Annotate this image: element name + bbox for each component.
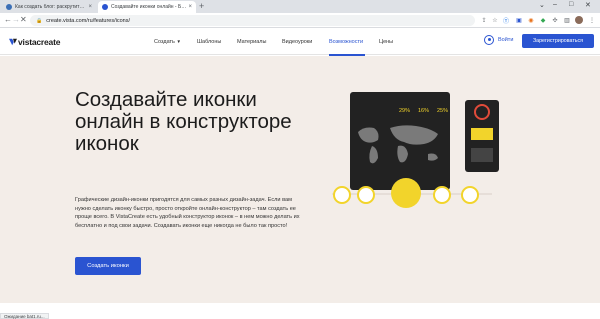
nav-pricing[interactable]: Цены [379,39,393,45]
login-button[interactable]: Войти [484,35,513,45]
forward-icon[interactable]: → [12,15,20,24]
city-icon [391,178,421,208]
back-icon[interactable]: ← [4,15,12,24]
share-icon[interactable]: ⇪ [480,16,488,24]
extension-icon[interactable]: ◆ [539,16,547,24]
tab-search-icon[interactable]: ⌄ [539,1,545,9]
logo-mark-icon [9,38,17,46]
nav-tutorials[interactable]: Видеоуроки [282,39,312,45]
status-bar: Ожидание bat1.ru... [0,313,49,319]
hero-illustration: 29% 16% 25% [332,92,499,208]
translate-icon[interactable]: Ⓣ [502,16,510,25]
page-title: Создавайте иконки онлайн в конструкторе … [75,88,292,155]
coffee-icon [333,186,351,204]
site-header: vistacreate Создать ▼ Шаблоны Материалы … [0,29,600,56]
browser-toolbar: ← → ✕ 🔒 create.vista.com/ru/features/ico… [0,13,600,28]
tab-title: Создавайте иконки онлайн - Бес... [111,4,187,10]
close-tab-icon[interactable]: × [88,4,92,10]
drink-icon [461,186,479,204]
wordpress-icon [6,4,12,10]
address-bar[interactable]: 🔒 create.vista.com/ru/features/icons/ [30,15,475,26]
factory-icon [433,186,451,204]
menu-kebab-icon[interactable]: ⋮ [588,16,596,24]
browser-tab-bar: Как создать блог: раскрутить с... × Созд… [0,0,600,13]
stat-3: 25% [437,108,448,114]
puzzle-icon[interactable]: ✣ [551,16,559,24]
nav-features[interactable]: Возможности [329,39,363,45]
maximize-icon[interactable]: □ [569,1,573,8]
stat-2: 16% [418,108,429,114]
vistacreate-logo[interactable]: vistacreate [9,37,60,47]
shop-icon [357,186,375,204]
close-window-icon[interactable]: ✕ [585,1,591,9]
nav-create[interactable]: Создать ▼ [154,39,181,45]
login-label: Войти [498,37,514,43]
url-text: create.vista.com/ru/features/icons/ [46,17,130,24]
signup-button[interactable]: Зарегистрироваться [522,34,594,48]
vistacreate-favicon-icon [102,4,108,10]
browser-tab-blog[interactable]: Как создать блог: раскрутить с... × [2,1,96,13]
extension-icon[interactable]: ▣ [515,16,523,24]
sidebar-icon[interactable]: ▥ [563,16,571,24]
close-tab-icon[interactable]: × [188,4,192,10]
browser-tab-vistacreate[interactable]: Создавайте иконки онлайн - Бес... × [98,1,196,13]
stat-1: 29% [399,108,410,114]
reload-stop-icon[interactable]: ✕ [20,15,27,24]
hero-description: Графические дизайн-иконки пригодятся для… [75,197,300,230]
lock-icon: 🔒 [36,17,43,24]
nav-label: Создать [154,39,175,45]
user-icon [484,35,494,45]
building-icon [471,128,493,140]
minimize-icon[interactable]: – [553,1,557,8]
train-icon [471,148,493,162]
profile-avatar[interactable] [575,16,583,24]
logo-text: vistacreate [18,37,61,47]
nav-materials[interactable]: Материалы [237,39,266,45]
tab-title: Как создать блог: раскрутить с... [15,4,87,10]
extension-icon[interactable]: ◉ [527,16,535,24]
bookmark-star-icon[interactable]: ☆ [491,16,499,24]
new-tab-button[interactable]: + [199,1,204,11]
nav-templates[interactable]: Шаблоны [197,39,221,45]
create-icons-button[interactable]: Создать иконки [75,257,141,275]
caret-down-icon: ▼ [176,39,181,44]
